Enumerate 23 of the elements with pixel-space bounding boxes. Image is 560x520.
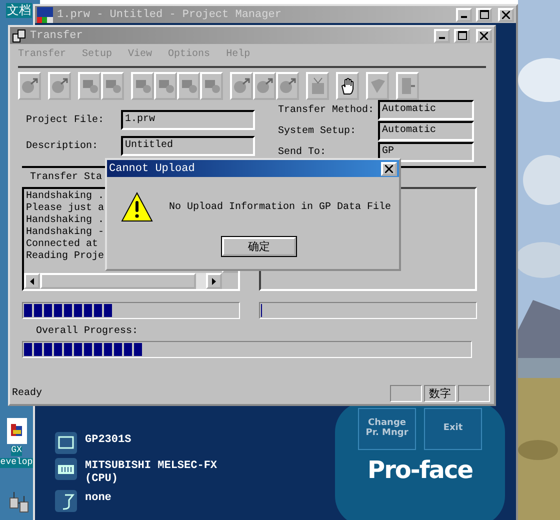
- window-title: Transfer: [30, 30, 83, 42]
- dialog-title: Cannot Upload: [109, 162, 195, 174]
- status-indicator: 数字: [424, 384, 456, 402]
- field-label: Transfer Method:: [278, 104, 376, 116]
- group-label: Transfer Sta: [30, 172, 102, 183]
- window-title: 1.prw - Untitled - Project Manager: [57, 8, 282, 20]
- field-label: Project File:: [26, 114, 106, 126]
- dialog-message: No Upload Information in GP Data File: [169, 202, 392, 212]
- logo: Pro-face: [367, 456, 472, 484]
- overall-progress-label: Overall Progress:: [35, 324, 140, 337]
- log-line: Please just a: [26, 203, 104, 214]
- field-label: System Setup:: [278, 126, 358, 136]
- device-label: MITSUBISHI MELSEC-FX (CPU): [85, 460, 218, 486]
- log-line: Handshaking .: [26, 191, 104, 202]
- field-label: Description:: [26, 140, 100, 152]
- log-line: Handshaking -: [26, 227, 104, 238]
- log-line: Connected at: [26, 239, 98, 250]
- field-label: Send To:: [278, 146, 328, 158]
- device-label: none: [85, 492, 112, 506]
- status-text: Ready: [12, 388, 42, 398]
- device-label: GP2301S: [85, 434, 132, 447]
- log-line: Reading Proje: [26, 251, 104, 263]
- log-line: Handshaking .: [26, 215, 104, 226]
